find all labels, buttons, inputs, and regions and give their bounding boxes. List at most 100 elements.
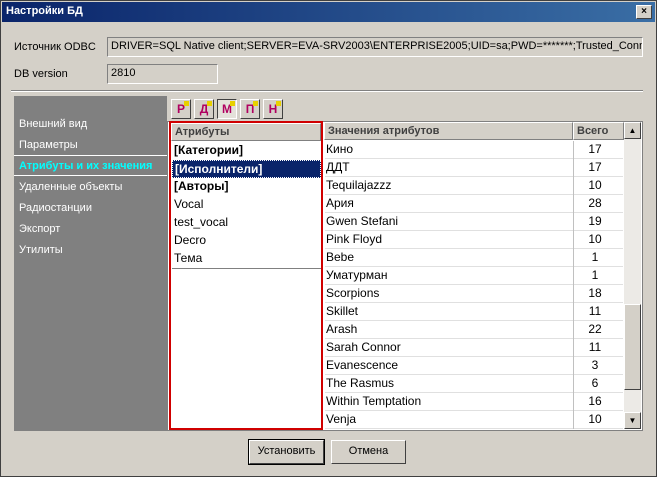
table-row[interactable]: Evanescence 3: [325, 357, 623, 375]
column-separator: [573, 375, 574, 393]
sidebar-item-attributes[interactable]: Атрибуты и их значения: [19, 160, 152, 172]
value-name: Ария: [326, 196, 354, 210]
vertical-scrollbar[interactable]: ▲ ▼: [624, 122, 641, 429]
tab-strip: Р Д М П Н: [167, 96, 643, 121]
value-name: Scorpions: [326, 286, 380, 300]
db-version-field: 2810: [107, 64, 218, 84]
attribute-item-selected[interactable]: [Исполнители]: [172, 160, 321, 178]
tab-n[interactable]: Н: [263, 99, 283, 119]
value-name: Tequilajazzz: [326, 178, 392, 192]
apply-button[interactable]: Установить: [248, 439, 325, 465]
value-count: 1: [591, 268, 599, 282]
table-row[interactable]: Уматурман 1: [325, 267, 623, 285]
value-name: Arash: [326, 322, 358, 336]
attribute-item[interactable]: test_vocal: [172, 214, 321, 232]
value-count: 28: [588, 196, 602, 210]
value-name: Gwen Stefani: [326, 214, 399, 228]
tab-d[interactable]: Д: [194, 99, 214, 119]
table-row[interactable]: Кино 17: [325, 141, 623, 159]
attribute-item[interactable]: Vocal: [172, 196, 321, 214]
sidebar-item-appearance[interactable]: Внешний вид: [19, 118, 87, 130]
value-count: 16: [588, 394, 602, 408]
attribute-item[interactable]: [Категории]: [172, 142, 321, 160]
sidebar-item-radio-stations[interactable]: Радиостанции: [19, 202, 92, 214]
column-separator: [573, 195, 574, 213]
table-row[interactable]: ДДТ 17: [325, 159, 623, 177]
column-separator: [573, 231, 574, 249]
table-row[interactable]: Sarah Connor 11: [325, 339, 623, 357]
close-icon[interactable]: ×: [636, 5, 652, 19]
attribute-item[interactable]: [Авторы]: [172, 178, 321, 196]
attributes-header[interactable]: Атрибуты: [171, 123, 321, 141]
table-row[interactable]: Venja 10: [325, 411, 623, 429]
tab-d-marker-icon: [207, 101, 212, 106]
table-row[interactable]: Tequilajazzz 10: [325, 177, 623, 195]
divider: [11, 90, 643, 92]
values-name-header[interactable]: Значения атрибутов: [324, 122, 573, 140]
sidebar-item-deleted-objects[interactable]: Удаленные объекты: [19, 181, 122, 193]
value-name: Sarah Connor: [326, 340, 401, 354]
attribute-item[interactable]: Тема: [172, 250, 321, 268]
column-separator: [573, 213, 574, 231]
value-count: 6: [591, 376, 599, 390]
column-separator: [573, 285, 574, 303]
tab-r[interactable]: Р: [171, 99, 191, 119]
odbc-field[interactable]: DRIVER=SQL Native client;SERVER=EVA-SRV2…: [107, 37, 643, 57]
column-separator: [573, 411, 574, 429]
value-name: Within Temptation: [326, 394, 422, 408]
table-row[interactable]: Scorpions 18: [325, 285, 623, 303]
column-separator: [573, 321, 574, 339]
column-separator: [573, 177, 574, 195]
value-count: 10: [588, 178, 602, 192]
sidebar-item-parameters[interactable]: Параметры: [19, 139, 78, 151]
scroll-up-icon[interactable]: ▲: [624, 122, 641, 139]
tab-p-marker-icon: [253, 101, 258, 106]
settings-window: Настройки БД × Источник ODBC DRIVER=SQL …: [0, 0, 657, 477]
value-name: Skillet: [326, 304, 359, 318]
column-separator: [573, 141, 574, 159]
column-separator: [573, 339, 574, 357]
sidebar-item-export[interactable]: Экспорт: [19, 223, 60, 235]
table-row[interactable]: Bebe 1: [325, 249, 623, 267]
scroll-down-icon[interactable]: ▼: [624, 412, 641, 429]
value-name: Venja: [326, 412, 357, 426]
attributes-end-line: [172, 268, 321, 269]
attribute-item[interactable]: Decro: [172, 232, 321, 250]
column-separator: [573, 267, 574, 285]
value-count: 17: [588, 160, 602, 174]
table-row[interactable]: The Rasmus 6: [325, 375, 623, 393]
sidebar: Внешний вид Параметры Атрибуты и их знач…: [14, 96, 167, 431]
value-count: 17: [588, 142, 602, 156]
column-separator: [573, 159, 574, 177]
tab-p[interactable]: П: [240, 99, 260, 119]
tab-m[interactable]: М: [217, 99, 237, 119]
column-separator: [573, 249, 574, 267]
value-count: 1: [591, 250, 599, 264]
table-row[interactable]: Within Temptation 16: [325, 393, 623, 411]
column-separator: [573, 357, 574, 375]
table-row[interactable]: Arash 22: [325, 321, 623, 339]
column-separator: [573, 393, 574, 411]
tab-n-marker-icon: [276, 101, 281, 106]
value-count: 3: [591, 358, 599, 372]
tab-r-marker-icon: [184, 101, 189, 106]
value-name: Pink Floyd: [326, 232, 383, 246]
value-count: 10: [588, 232, 602, 246]
sidebar-item-utilities[interactable]: Утилиты: [19, 244, 63, 256]
value-name: Кино: [326, 142, 353, 156]
table-row[interactable]: Ария 28: [325, 195, 623, 213]
values-count-header[interactable]: Всего: [573, 122, 624, 140]
table-row[interactable]: Pink Floyd 10: [325, 231, 623, 249]
value-count: 11: [588, 340, 602, 354]
table-row[interactable]: Gwen Stefani 19: [325, 213, 623, 231]
cancel-button[interactable]: Отмена: [331, 440, 406, 464]
scroll-thumb[interactable]: [624, 304, 641, 390]
db-version-label: DB version: [14, 68, 68, 80]
tab-m-marker-icon: [230, 101, 235, 106]
table-row[interactable]: Skillet 11: [325, 303, 623, 321]
value-name: Уматурман: [326, 268, 388, 282]
title-bar: Настройки БД ×: [2, 2, 655, 22]
column-separator: [573, 303, 574, 321]
value-count: 11: [588, 304, 602, 318]
value-count: 18: [588, 286, 602, 300]
